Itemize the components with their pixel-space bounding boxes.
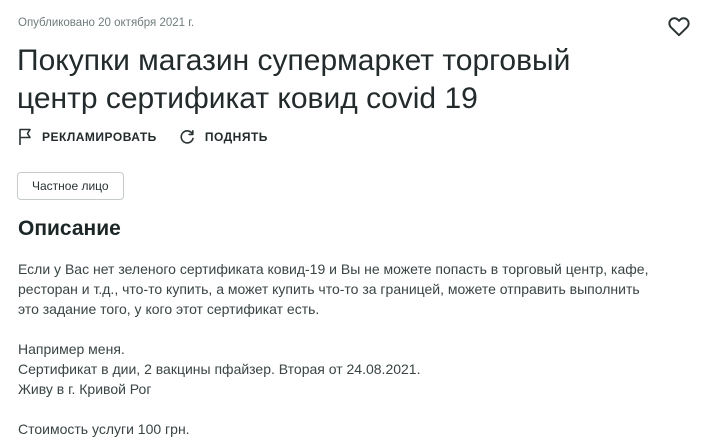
description-line: ресторан и т.д., что-то купить, а может … <box>18 281 640 297</box>
description-line: Сертификат в дии, 2 вакцины пфайзер. Вто… <box>18 361 421 377</box>
description-line: это задание того, у кого этот сертификат… <box>18 301 320 317</box>
raise-button[interactable]: ПОДНЯТЬ <box>179 129 268 145</box>
description-line: Если у Вас нет зеленого сертификата кови… <box>18 261 649 277</box>
heart-icon <box>668 17 690 37</box>
refresh-icon <box>180 130 194 144</box>
raise-label: ПОДНЯТЬ <box>204 130 268 144</box>
description-line: Стоимость услуги 100 грн. <box>18 421 190 437</box>
flag-icon <box>19 128 31 145</box>
seller-type-badge[interactable]: Частное лицо <box>17 172 124 200</box>
description-text: Если у Вас нет зеленого сертификата кови… <box>18 259 698 439</box>
description-line: Например меня. <box>18 341 125 357</box>
description-heading: Описание <box>18 217 121 240</box>
favorite-button[interactable] <box>666 13 692 39</box>
promote-button[interactable]: РЕКЛАМИРОВАТЬ <box>18 128 157 146</box>
description-line: Живу в г. Кривой Рог <box>18 381 152 397</box>
promote-label: РЕКЛАМИРОВАТЬ <box>42 130 157 144</box>
published-date: Опубликовано 20 октября 2021 г. <box>18 17 195 29</box>
ad-title: Покупки магазин супермаркет торговый цен… <box>17 44 571 115</box>
ad-actions: РЕКЛАМИРОВАТЬ ПОДНЯТЬ <box>18 128 268 146</box>
